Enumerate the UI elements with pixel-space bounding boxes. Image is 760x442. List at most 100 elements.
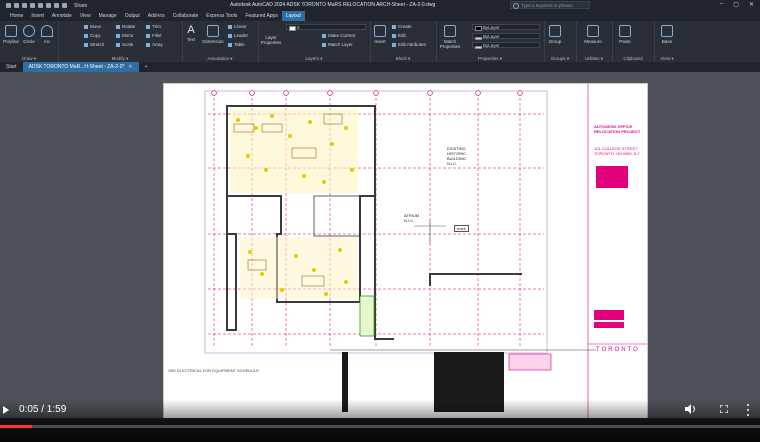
print-icon[interactable] [46, 3, 51, 8]
annotation-panel: A Text Dimension Linear Leader Table Anno… [182, 21, 259, 62]
rotate-button[interactable]: Rotate [116, 24, 135, 30]
groups-panel-label[interactable]: Groups ▾ [544, 55, 576, 62]
open-file-icon[interactable] [22, 3, 27, 8]
view-panel: Base View ▾ [654, 21, 680, 62]
video-progress-bar[interactable] [0, 425, 760, 428]
share-button[interactable]: Share [74, 3, 87, 9]
draw-panel: Polyline Circle Arc Draw ▾ [0, 21, 59, 62]
new-file-icon[interactable] [14, 3, 19, 8]
app-menu-icon[interactable] [6, 3, 11, 8]
tab-output[interactable]: Output [121, 11, 144, 21]
trim-button[interactable]: Trim [146, 24, 161, 30]
play-icon[interactable] [3, 406, 9, 414]
tab-drawing[interactable]: ADSK TORONTO MaR...H-Sheet - ZA-2-0* ✕ [22, 62, 139, 72]
tab-view[interactable]: View [76, 11, 95, 21]
lineweight-dropdown[interactable]: ByLayer [472, 33, 540, 40]
save-as-icon[interactable] [38, 3, 43, 8]
table-button[interactable]: Table [228, 42, 245, 48]
edit-block-button[interactable]: Edit [392, 33, 406, 39]
text-button[interactable]: A Text [182, 25, 200, 43]
move-button[interactable]: Move [84, 24, 101, 30]
properties-panel-label[interactable]: Properties ▾ [436, 55, 544, 62]
tab-start[interactable]: Start [0, 62, 23, 72]
tab-express-tools[interactable]: Express Tools [202, 11, 241, 21]
base-button[interactable]: Base [658, 25, 676, 44]
lineweight-icon [475, 37, 482, 40]
linetype-icon [475, 46, 482, 49]
redo-icon[interactable] [62, 3, 67, 8]
undo-icon[interactable] [54, 3, 59, 8]
utilities-panel-label[interactable]: Utilities ▾ [576, 55, 612, 62]
tab-add-ins[interactable]: Add-ins [144, 11, 169, 21]
tab-annotate[interactable]: Annotate [48, 11, 76, 21]
fullscreen-icon[interactable] [720, 405, 728, 413]
insert-button[interactable]: Insert [371, 25, 389, 44]
minimize-button[interactable]: – [720, 1, 723, 8]
circle-button[interactable]: Circle [20, 25, 38, 44]
measure-button[interactable]: Measure [580, 25, 606, 44]
paste-button[interactable]: Paste [616, 25, 634, 44]
match-layer-icon [322, 42, 326, 47]
close-button[interactable]: ✕ [749, 1, 754, 8]
new-tab-button[interactable]: + [139, 62, 154, 72]
layers-panel-label[interactable]: Layers ▾ [258, 55, 370, 62]
make-current-button[interactable]: Make Current [322, 33, 355, 39]
stair-core [359, 295, 375, 337]
polyline-icon [5, 25, 17, 37]
annotation-panel-label[interactable]: Annotation ▾ [182, 55, 258, 62]
edit-attributes-button[interactable]: Edit Attributes [392, 42, 426, 48]
titleblock-stamp-1 [594, 310, 624, 320]
draw-panel-label[interactable]: Draw ▾ [0, 55, 58, 62]
leader-button[interactable]: Leader [228, 33, 248, 39]
layout-sheet: EXISTING HISTORIC BUILDING N.I.C. ATRIUM… [163, 83, 648, 418]
base-icon [661, 25, 673, 37]
search-input[interactable]: Type a keyword or phrase [510, 1, 590, 9]
drawing-canvas[interactable]: EXISTING HISTORIC BUILDING N.I.C. ATRIUM… [0, 72, 760, 418]
array-button[interactable]: Array [146, 42, 163, 48]
tab-home[interactable]: Home [6, 11, 27, 21]
modify-panel-label[interactable]: Modify ▾ [58, 55, 182, 62]
linear-button[interactable]: Linear [228, 24, 247, 30]
view-panel-label[interactable]: View ▾ [654, 55, 680, 62]
tab-collaborate[interactable]: Collaborate [169, 11, 203, 21]
save-icon[interactable] [30, 3, 35, 8]
existing-building-label: EXISTING HISTORIC BUILDING N.I.C. [447, 146, 467, 166]
dimension-button[interactable]: Dimension [202, 25, 224, 44]
linetype-dropdown[interactable]: ByLayer [472, 42, 540, 49]
mirror-icon [116, 33, 120, 38]
volume-icon[interactable] [685, 404, 697, 414]
fillet-button[interactable]: Fillet [146, 33, 162, 39]
tab-featured-apps[interactable]: Featured Apps [241, 11, 282, 21]
tab-insert[interactable]: Insert [27, 11, 48, 21]
atrium-label: ATRIUM N.I.C. [404, 213, 420, 223]
more-options-icon[interactable] [747, 404, 750, 416]
arc-button[interactable]: Arc [38, 25, 56, 44]
stretch-button[interactable]: Stretch [84, 42, 104, 48]
copy-button[interactable]: Copy [84, 33, 101, 39]
layers-panel: Layer Properties 0 Make Current Match La… [258, 21, 371, 62]
scale-button[interactable]: Scale [116, 42, 133, 48]
tab-layout[interactable]: Layout [281, 11, 305, 21]
create-block-button[interactable]: Create [392, 24, 412, 30]
titleblock-logo [596, 166, 628, 188]
color-dropdown[interactable]: ByLayer [472, 24, 540, 31]
close-tab-icon[interactable]: ✕ [128, 64, 132, 70]
layer-properties-button[interactable]: Layer Properties [260, 35, 282, 45]
match-properties-button[interactable]: Match Properties [438, 25, 462, 49]
mirror-button[interactable]: Mirror [116, 33, 134, 39]
video-controls: 0:05 / 1:59 [0, 399, 760, 442]
clipboard-panel: Paste Clipboard [612, 21, 655, 62]
group-button[interactable]: Group [546, 25, 564, 44]
titleblock-project: AUTODESK OFFICE RELOCATION PROJECT [594, 124, 641, 134]
polyline-button[interactable]: Polyline [2, 25, 20, 44]
tab-manage[interactable]: Manage [95, 11, 121, 21]
meeting-room [313, 195, 361, 237]
color-swatch-icon [475, 26, 482, 31]
layer-dropdown[interactable]: 0 [286, 24, 366, 31]
drawing-tab-label: ADSK TORONTO MaR...H-Sheet - ZA-2-0* [28, 64, 125, 70]
block-panel-label[interactable]: Block ▾ [370, 55, 436, 62]
match-layer-button[interactable]: Match Layer [322, 42, 353, 48]
document-tabs: Start ADSK TORONTO MaR...H-Sheet - ZA-2-… [0, 62, 760, 72]
maximize-button[interactable]: ▢ [733, 1, 739, 8]
clipboard-panel-label[interactable]: Clipboard [612, 55, 654, 62]
